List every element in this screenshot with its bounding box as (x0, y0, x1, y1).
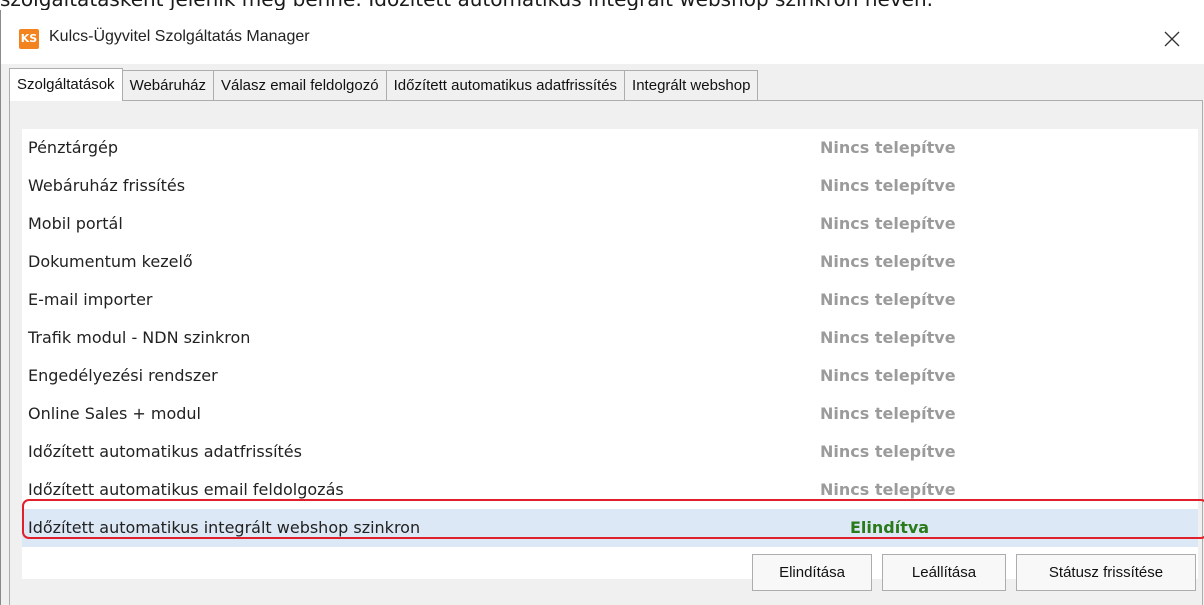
tab-valasz-email-feldolgozo[interactable]: Válasz email feldolgozó (214, 70, 387, 101)
service-name: Dokumentum kezelő (28, 252, 193, 271)
service-row[interactable]: Webáruház frissítés Nincs telepítve (22, 167, 1198, 205)
service-status: Nincs telepítve (820, 138, 956, 157)
service-row[interactable]: Online Sales + modul Nincs telepítve (22, 395, 1198, 433)
service-status: Nincs telepítve (820, 442, 956, 461)
service-row[interactable]: Trafik modul - NDN szinkron Nincs telepí… (22, 319, 1198, 357)
tab-szolgaltatasok[interactable]: Szolgáltatások (9, 68, 123, 101)
start-button[interactable]: Elindítása (752, 554, 872, 591)
service-row[interactable]: Mobil portál Nincs telepítve (22, 205, 1198, 243)
service-status: Nincs telepítve (820, 214, 956, 233)
service-status: Nincs telepítve (820, 328, 956, 347)
tab-webaruhaz[interactable]: Webáruház (122, 70, 214, 101)
service-status: Nincs telepítve (820, 290, 956, 309)
title-bar: KS Kulcs-Ügyvitel Szolgáltatás Manager (1, 10, 1204, 64)
refresh-status-button[interactable]: Státusz frissítése (1016, 554, 1196, 591)
service-name: Időzített automatikus email feldolgozás (28, 480, 344, 499)
service-name: Pénztárgép (28, 138, 118, 157)
service-status: Nincs telepítve (820, 176, 956, 195)
service-row[interactable]: Engedélyezési rendszer Nincs telepítve (22, 357, 1198, 395)
service-name: Mobil portál (28, 214, 123, 233)
window-title: Kulcs-Ügyvitel Szolgáltatás Manager (49, 28, 310, 45)
service-row[interactable]: Időzített automatikus adatfrissítés Ninc… (22, 433, 1198, 471)
service-manager-window: KS Kulcs-Ügyvitel Szolgáltatás Manager S… (0, 10, 1204, 605)
service-name: Engedélyezési rendszer (28, 366, 218, 385)
stop-button[interactable]: Leállítása (882, 554, 1006, 591)
service-row[interactable]: Pénztárgép Nincs telepítve (22, 129, 1198, 167)
service-name: Trafik modul - NDN szinkron (28, 328, 251, 347)
service-name: Online Sales + modul (28, 404, 201, 423)
service-name: Időzített automatikus adatfrissítés (28, 442, 302, 461)
tab-idozitett-adatfrissites[interactable]: Időzített automatikus adatfrissítés (386, 70, 626, 101)
service-row[interactable]: E-mail importer Nincs telepítve (22, 281, 1198, 319)
close-icon (1164, 31, 1180, 47)
caption-text: szolgáltatásként jelenik meg benne: Időz… (0, 0, 1204, 10)
service-status: Elindítva (850, 518, 930, 537)
close-button[interactable] (1152, 22, 1192, 56)
service-row[interactable]: Dokumentum kezelő Nincs telepítve (22, 243, 1198, 281)
ks-app-icon: KS (19, 29, 39, 49)
services-list[interactable]: Pénztárgép Nincs telepítve Webáruház fri… (22, 129, 1198, 579)
tab-strip: Szolgáltatások Webáruház Válasz email fe… (9, 68, 759, 101)
service-status: Nincs telepítve (820, 480, 956, 499)
service-name: Webáruház frissítés (28, 176, 186, 195)
service-status: Nincs telepítve (820, 404, 956, 423)
service-name: E-mail importer (28, 290, 153, 309)
service-status: Nincs telepítve (820, 252, 956, 271)
services-tab-panel: Pénztárgép Nincs telepítve Webáruház fri… (9, 100, 1204, 605)
tab-integralt-webshop[interactable]: Integrált webshop (625, 70, 759, 101)
service-row[interactable]: Időzített automatikus email feldolgozás … (22, 471, 1198, 509)
service-name: Időzített automatikus integrált webshop … (28, 518, 421, 537)
service-row-selected[interactable]: Időzített automatikus integrált webshop … (22, 509, 1198, 547)
service-status: Nincs telepítve (820, 366, 956, 385)
